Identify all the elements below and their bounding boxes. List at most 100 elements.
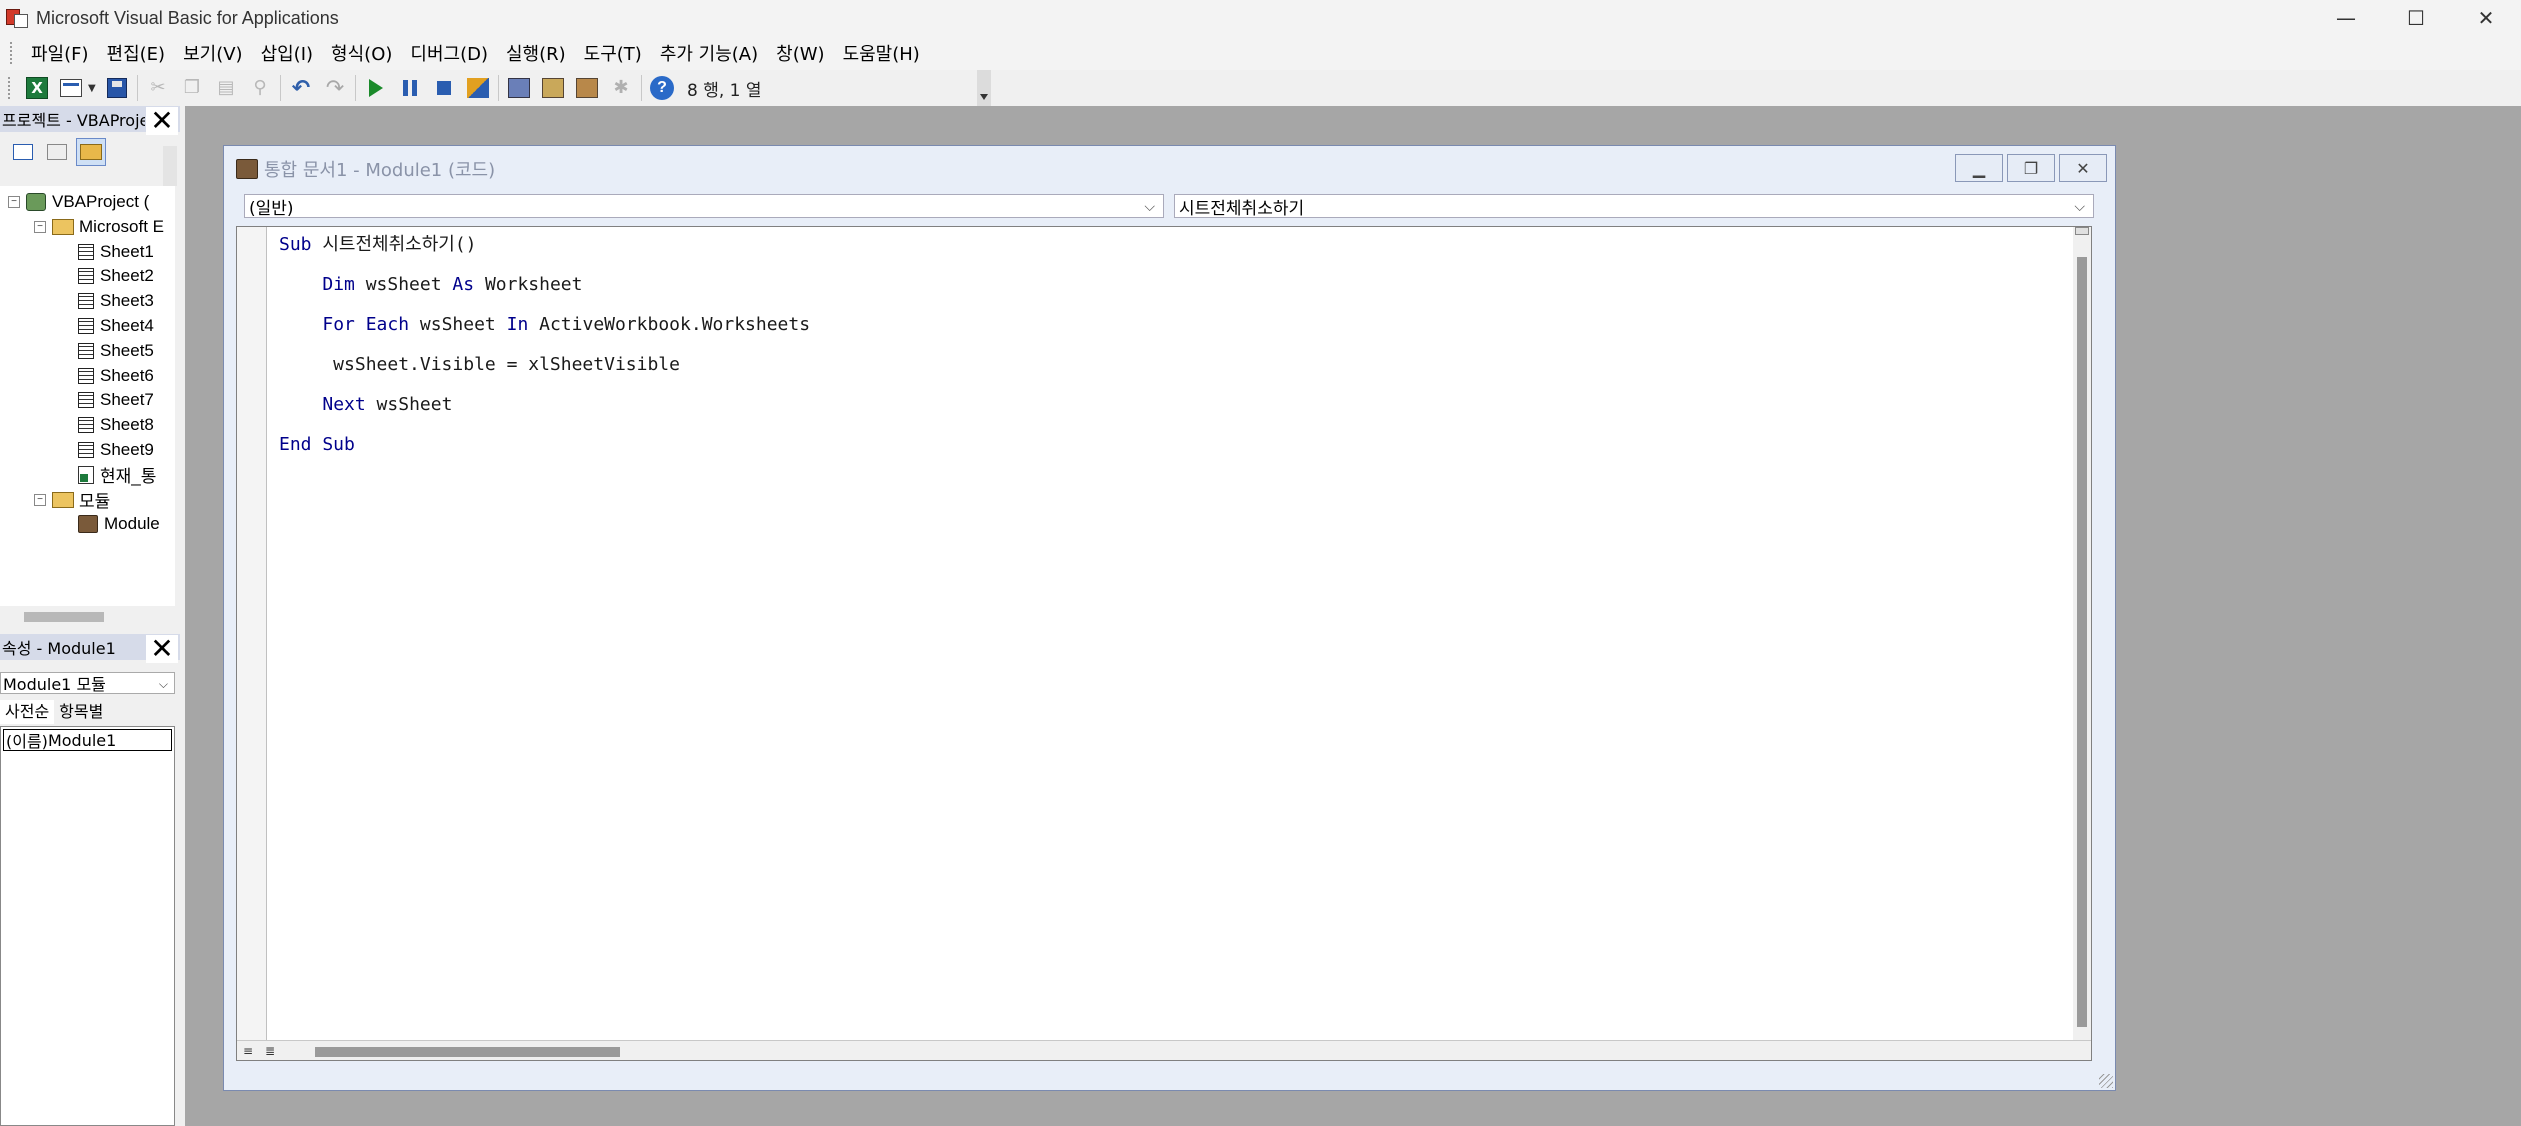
tree-item-label: Sheet5 xyxy=(100,340,154,360)
save-button[interactable] xyxy=(100,73,134,103)
tree-item[interactable]: Sheet6 xyxy=(78,364,154,388)
insert-userform-icon xyxy=(60,79,82,97)
project-pane-scrollbar[interactable] xyxy=(163,146,177,186)
code-vscroll[interactable] xyxy=(2073,227,2091,1042)
tree-item[interactable]: Sheet7 xyxy=(78,388,154,412)
code-text[interactable]: Sub 시트전체취소하기() Dim wsSheet As Worksheet … xyxy=(279,233,810,473)
menu-insert[interactable]: 삽입(I) xyxy=(252,40,322,66)
tree-item[interactable]: Module xyxy=(78,512,160,536)
properties-pane-close-button[interactable]: ✕ xyxy=(146,635,178,663)
menu-addins[interactable]: 추가 기능(A) xyxy=(651,40,767,66)
project-tree-hscroll[interactable] xyxy=(0,606,176,626)
paste-icon: ▤ xyxy=(217,77,235,98)
properties-pane-title: 속성 - Module1 ✕ xyxy=(0,634,180,663)
find-button[interactable]: ⚲ xyxy=(243,73,277,103)
help-button[interactable]: ? xyxy=(645,73,679,103)
redo-button[interactable]: ↷ xyxy=(318,73,352,103)
tab-categorized[interactable]: 항목별 xyxy=(54,700,108,724)
break-button[interactable] xyxy=(393,73,427,103)
run-button[interactable] xyxy=(359,73,393,103)
tree-item[interactable]: Sheet5 xyxy=(78,339,154,363)
maximize-button[interactable]: ☐ xyxy=(2381,0,2451,36)
menu-edit[interactable]: 편집(E) xyxy=(98,40,175,66)
code-margin[interactable] xyxy=(237,227,267,1060)
object-select[interactable]: Module1 모듈 ⌵ xyxy=(0,672,175,694)
menu-debug[interactable]: 디버그(D) xyxy=(401,40,497,66)
menu-window[interactable]: 창(W) xyxy=(767,40,833,66)
object-combo[interactable]: (일반) ⌵ xyxy=(244,194,1164,219)
toolbox-button[interactable]: ✱ xyxy=(604,73,638,103)
procedure-view-button[interactable]: ≡ xyxy=(239,1043,257,1059)
hscroll-thumb[interactable] xyxy=(315,1047,620,1057)
worksheet-icon xyxy=(78,318,94,334)
paste-button[interactable]: ▤ xyxy=(209,73,243,103)
copy-icon: ❐ xyxy=(183,77,201,98)
tree-expander[interactable]: − xyxy=(34,220,46,233)
project-explorer-button[interactable] xyxy=(502,73,536,103)
code-line[interactable]: Dim wsSheet As Worksheet xyxy=(279,273,810,313)
code-editor[interactable]: Sub 시트전체취소하기() Dim wsSheet As Worksheet … xyxy=(236,226,2092,1061)
code-minimize-button[interactable]: ▁ xyxy=(1955,154,2003,182)
project-pane-close-button[interactable]: ✕ xyxy=(146,107,178,135)
tree-expander[interactable]: − xyxy=(8,196,20,208)
copy-button[interactable]: ❐ xyxy=(175,73,209,103)
tree-item[interactable]: − Microsoft E xyxy=(34,215,164,239)
tab-alphabetic[interactable]: 사전순 xyxy=(0,700,55,724)
worksheet-icon xyxy=(78,342,94,359)
tree-item[interactable]: Sheet1 xyxy=(78,240,154,264)
tree-expander[interactable]: − xyxy=(34,493,46,506)
view-code-button[interactable] xyxy=(8,138,38,166)
code-token: wsSheet.Visible = xlSheetVisible xyxy=(279,354,680,375)
vscroll-thumb[interactable] xyxy=(2077,257,2087,1027)
insert-userform-button[interactable] xyxy=(54,73,88,103)
view-object-button[interactable] xyxy=(42,138,72,166)
menu-file[interactable]: 파일(F) xyxy=(22,40,98,66)
tree-item[interactable]: Sheet2 xyxy=(78,264,154,288)
tree-item[interactable]: Sheet9 xyxy=(78,438,154,462)
properties-grid: (이름) Module1 xyxy=(0,726,175,1126)
close-button[interactable]: ✕ xyxy=(2451,0,2521,36)
code-close-button[interactable]: ✕ xyxy=(2059,154,2107,182)
code-token: 시트전체취소하기() xyxy=(311,234,477,255)
hscroll-thumb[interactable] xyxy=(24,612,104,622)
design-mode-button[interactable] xyxy=(461,73,495,103)
property-value[interactable]: Module1 xyxy=(48,731,116,750)
full-module-view-button[interactable]: ≣ xyxy=(261,1043,279,1059)
code-hscroll[interactable]: ≡ ≣ xyxy=(237,1040,2091,1060)
code-line[interactable]: For Each wsSheet In ActiveWorkbook.Works… xyxy=(279,313,810,353)
cut-button[interactable]: ✂ xyxy=(141,73,175,103)
object-browser-button[interactable] xyxy=(570,73,604,103)
menu-help[interactable]: 도움말(H) xyxy=(834,40,929,66)
undo-button[interactable]: ↶ xyxy=(284,73,318,103)
view-excel-button[interactable]: X xyxy=(20,73,54,103)
code-restore-button[interactable]: ❐ xyxy=(2007,154,2055,182)
toggle-folders-button[interactable] xyxy=(76,138,106,166)
code-keyword: In xyxy=(506,314,529,335)
split-handle[interactable] xyxy=(2075,227,2089,235)
menu-view[interactable]: 보기(V) xyxy=(174,40,251,66)
tree-item[interactable]: Sheet3 xyxy=(78,289,154,313)
toolbar-options-button[interactable] xyxy=(977,70,991,106)
code-token: ActiveWorkbook.Worksheets xyxy=(528,314,811,335)
code-line[interactable]: End Sub xyxy=(279,433,810,473)
worksheet-icon xyxy=(78,293,94,310)
tree-item[interactable]: Sheet4 xyxy=(78,314,154,338)
code-line[interactable]: Sub 시트전체취소하기() xyxy=(279,233,810,273)
menu-run[interactable]: 실행(R) xyxy=(497,40,575,66)
tree-item[interactable]: − 모듈 xyxy=(34,488,110,512)
property-row-name[interactable]: (이름) Module1 xyxy=(3,729,172,751)
tree-item[interactable]: 현재_통 xyxy=(78,463,156,487)
insert-dropdown-arrow[interactable]: ▼ xyxy=(88,83,100,94)
minimize-button[interactable]: — xyxy=(2311,0,2381,36)
code-line[interactable]: wsSheet.Visible = xlSheetVisible xyxy=(279,353,810,393)
resize-grip[interactable] xyxy=(2099,1074,2113,1088)
tree-item[interactable]: − VBAProject ( xyxy=(8,190,149,214)
code-line[interactable]: Next wsSheet xyxy=(279,393,810,433)
procedure-combo[interactable]: 시트전체취소하기 ⌵ xyxy=(1174,194,2094,219)
reset-button[interactable] xyxy=(427,73,461,103)
menu-format[interactable]: 형식(O) xyxy=(322,40,401,66)
menu-tools[interactable]: 도구(T) xyxy=(575,40,651,66)
tree-item[interactable]: Sheet8 xyxy=(78,413,154,437)
run-icon xyxy=(369,79,383,97)
properties-window-button[interactable] xyxy=(536,73,570,103)
